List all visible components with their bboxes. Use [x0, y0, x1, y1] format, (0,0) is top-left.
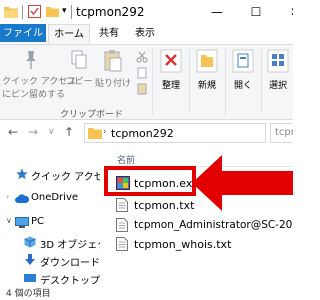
file-name: tcpmon_whois.txt	[134, 238, 232, 251]
paste-label: 貼り付け	[95, 79, 132, 89]
txt-icon	[116, 198, 128, 212]
minimize-icon: —	[211, 5, 223, 19]
ribbon-separator	[261, 49, 262, 115]
file-item-txt[interactable]: tcpmon_whois.txt	[116, 236, 286, 254]
item-count: 4 個の項目	[6, 289, 51, 299]
clipboard-group-label: クリップボード	[60, 110, 124, 120]
window-title: tcpmon292	[76, 5, 145, 19]
title-separator	[22, 5, 23, 19]
maximize-icon: ☐	[250, 5, 262, 19]
expand-chevron-icon: ∨	[6, 216, 12, 225]
ribbon-separator	[189, 49, 190, 115]
ribbon: クイック アクセス にピン留めする コピー 貼り付け クリップボード 整理 新規…	[0, 44, 293, 120]
search-placeholder: tcpm	[275, 127, 293, 138]
close-button[interactable]: ✕	[276, 0, 293, 24]
pc-icon	[15, 217, 29, 228]
folder-icon	[88, 128, 102, 139]
nav-item-pc[interactable]: ∨ PC	[6, 214, 100, 232]
explorer-window: ▾ tcpmon292 — ☐ ✕ ファイル ホーム 共有 表示 クイック アク…	[0, 0, 293, 300]
pin-label-line2: にピン留めする	[2, 90, 66, 100]
txt-icon	[116, 218, 128, 232]
tab-file[interactable]: ファイル	[0, 24, 46, 42]
address-bar[interactable]: › tcpmon292	[84, 123, 266, 143]
cloud-icon	[15, 194, 29, 203]
highlight-box	[104, 166, 196, 196]
tab-share[interactable]: 共有	[92, 24, 126, 44]
paste-button[interactable]: 貼り付け	[95, 49, 131, 89]
ribbon-separator	[225, 49, 226, 115]
nav-item-downloads[interactable]: ダウンロード	[16, 252, 100, 270]
open-button[interactable]: 開く	[228, 49, 258, 91]
tab-home[interactable]: ホーム	[48, 24, 90, 44]
qat-dropdown-icon[interactable]: ▾	[62, 6, 67, 16]
nav-item-quick-access[interactable]: クイック アクセス	[16, 166, 114, 184]
copy-icon	[71, 50, 87, 69]
forward-icon[interactable]: →	[28, 125, 38, 139]
properties-icon[interactable]	[28, 5, 41, 18]
download-icon	[25, 254, 35, 265]
ribbon-separator	[152, 49, 153, 115]
folder-icon	[4, 7, 18, 18]
nav-label: PC	[31, 216, 45, 227]
arrow-icon	[192, 155, 293, 211]
select-label: 選択	[268, 81, 287, 91]
nav-label: ダウンロード	[40, 258, 100, 269]
organize-button[interactable]: 整理	[156, 49, 186, 91]
organize-label: 整理	[161, 81, 180, 91]
open-icon	[232, 49, 254, 73]
expand-chevron-icon: ›	[6, 192, 10, 201]
new-label: 新規	[197, 81, 216, 91]
select-button[interactable]: 選択	[263, 49, 293, 91]
search-box[interactable]: tcpm	[270, 123, 293, 143]
navigation-bar: ← → ∨ ↑ › tcpmon292 tcpm	[0, 120, 293, 146]
column-header-name[interactable]: 名前	[117, 153, 135, 166]
navigation-pane: クイック アクセス › OneDrive ∨ PC 3D オブジェクト ダウンロ…	[0, 146, 117, 287]
new-folder-icon[interactable]	[46, 5, 59, 18]
new-button[interactable]: 新規	[192, 49, 222, 91]
desktop-icon	[24, 274, 36, 282]
pin-quick-access-button[interactable]: クイック アクセス にピン留めする	[2, 49, 77, 100]
close-icon: ✕	[290, 5, 293, 19]
address-path: tcpmon292	[111, 127, 174, 140]
select-grid-icon	[267, 49, 289, 73]
file-name: tcpmon.txt	[134, 199, 195, 212]
status-bar: 4 個の項目	[0, 284, 293, 300]
file-name: tcpmon_Administrator@SC-20190319	[134, 219, 293, 231]
pin-icon	[26, 51, 36, 69]
file-item-txt[interactable]: tcpmon_Administrator@SC-20190319	[116, 217, 293, 235]
tab-view[interactable]: 表示	[128, 24, 162, 44]
title-separator	[71, 5, 72, 19]
nav-label: OneDrive	[31, 192, 79, 203]
maximize-button[interactable]: ☐	[237, 0, 275, 24]
copy-button[interactable]: コピー	[64, 49, 94, 87]
recent-dropdown-icon[interactable]: ∨	[48, 127, 55, 137]
pin-label-line1: クイック アクセス	[2, 77, 77, 87]
new-folder-icon	[196, 49, 218, 73]
paste-shortcut-icon[interactable]	[136, 83, 148, 95]
nav-item-3d-objects[interactable]: 3D オブジェクト	[16, 234, 117, 252]
up-icon[interactable]: ↑	[64, 125, 74, 139]
txt-icon	[116, 237, 128, 251]
cube-icon	[24, 236, 36, 248]
open-label: 開く	[233, 81, 252, 91]
delete-icon	[160, 49, 182, 73]
title-bar: ▾ tcpmon292 — ☐ ✕	[0, 0, 293, 24]
nav-item-onedrive[interactable]: › OneDrive	[6, 190, 100, 208]
copy-label: コピー	[65, 77, 93, 87]
ribbon-tabs: ファイル ホーム 共有 表示	[0, 24, 293, 44]
copy-path-icon[interactable]	[136, 67, 148, 79]
back-icon[interactable]: ←	[8, 125, 18, 139]
star-icon	[16, 168, 28, 180]
minimize-button[interactable]: —	[198, 0, 236, 24]
cut-icon[interactable]	[136, 51, 148, 63]
breadcrumb-chevron-icon: ›	[103, 127, 107, 137]
paste-icon	[104, 50, 122, 72]
